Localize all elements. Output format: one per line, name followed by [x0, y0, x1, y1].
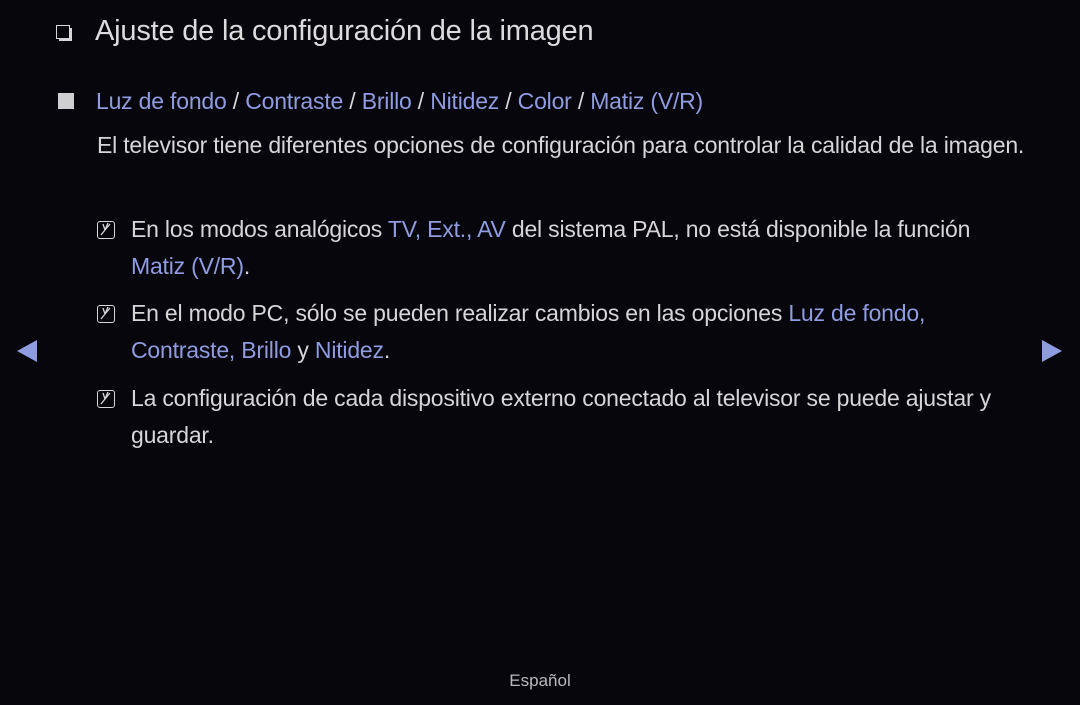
note-pal-modes: En los modos analógicos TV, Ext., AV del…	[97, 211, 997, 285]
footer-language: Español	[509, 671, 571, 690]
note-text: La configuración de cada dispositivo ext…	[131, 385, 991, 448]
note-highlight: Matiz (V/R)	[131, 253, 244, 279]
checkbox-bullet-icon	[56, 24, 72, 41]
heading-separator: /	[343, 88, 362, 114]
note-pencil-icon	[97, 221, 115, 239]
previous-page-arrow-icon[interactable]	[17, 340, 37, 362]
heading-separator: /	[499, 88, 518, 114]
heading-link-color: Color	[517, 88, 572, 114]
heading-link-brillo: Brillo	[361, 88, 412, 114]
heading-separator: /	[571, 88, 591, 114]
heading-link-contraste: Contraste	[245, 88, 344, 114]
section-heading: Luz de fondo / Contraste / Brillo / Niti…	[96, 85, 703, 117]
note-pc-mode: En el modo PC, sólo se pueden realizar c…	[97, 295, 967, 369]
note-text: En los modos analógicos TV, Ext., AV del…	[131, 211, 997, 285]
page-title: Ajuste de la configuración de la imagen	[95, 15, 594, 47]
page-title-row: Ajuste de la configuración de la imagen	[56, 12, 594, 50]
note-pencil-icon	[97, 305, 115, 323]
heading-link-matiz: Matiz (V/R)	[590, 88, 704, 114]
note-highlight: TV, Ext., AV	[387, 216, 506, 242]
heading-separator: /	[226, 88, 246, 114]
note-text-part: y	[291, 337, 315, 363]
section-heading-row: Luz de fondo / Contraste / Brillo / Niti…	[58, 85, 703, 117]
note-pencil-icon	[97, 390, 115, 408]
note-text-part: .	[243, 253, 251, 279]
heading-separator: /	[411, 88, 431, 114]
next-page-arrow-icon[interactable]	[1042, 340, 1062, 362]
section-description: El televisor tiene diferentes opciones d…	[97, 132, 1025, 158]
square-bullet-icon	[58, 93, 74, 109]
note-text-part: .	[383, 337, 391, 363]
note-text: En el modo PC, sólo se pueden realizar c…	[131, 295, 967, 369]
note-external-devices: La configuración de cada dispositivo ext…	[97, 380, 1017, 454]
note-text-part: En el modo PC, sólo se pueden realizar c…	[131, 300, 789, 326]
note-highlight: Nitidez	[314, 337, 384, 363]
note-text-part: En los modos analógicos	[131, 216, 388, 242]
heading-link-luz-de-fondo: Luz de fondo	[96, 88, 227, 114]
note-text-part: del sistema PAL, no está disponible la f…	[505, 216, 971, 242]
heading-link-nitidez: Nitidez	[430, 88, 500, 114]
